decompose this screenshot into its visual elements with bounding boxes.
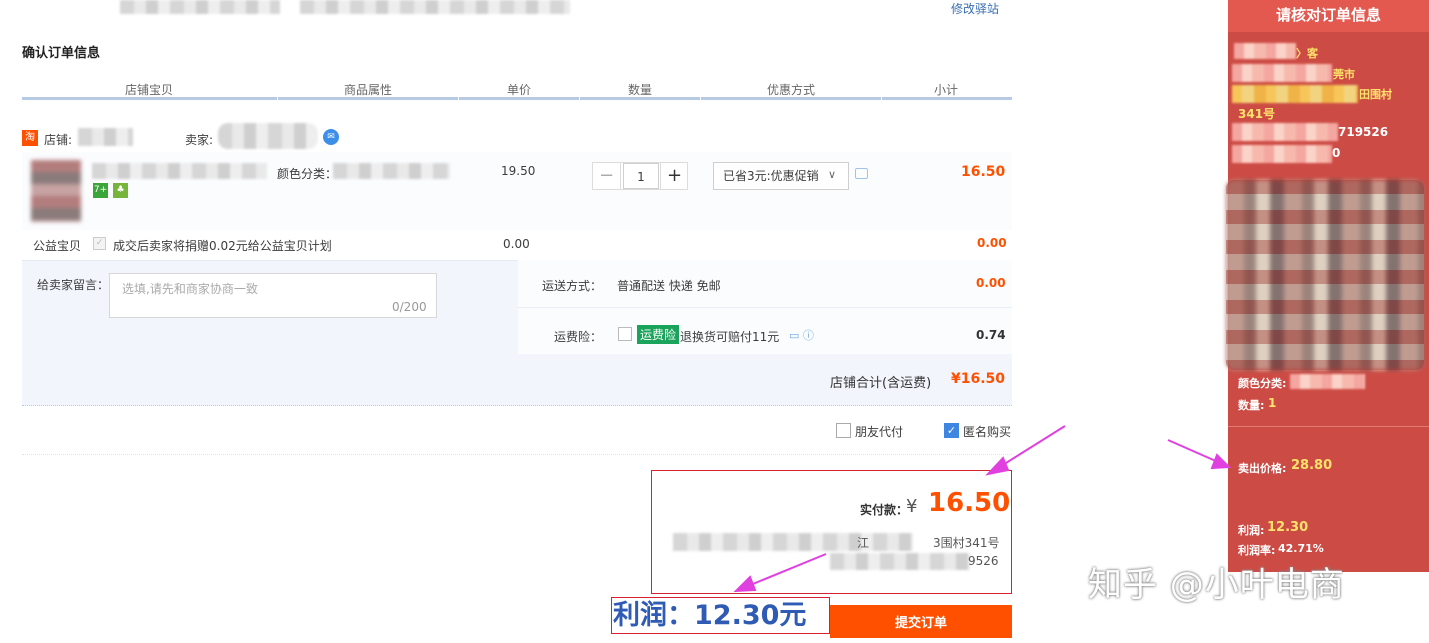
redacted-text	[120, 0, 280, 14]
redacted-text	[1232, 145, 1332, 163]
header-separator	[700, 96, 701, 100]
arrow-head	[1210, 453, 1232, 470]
comment-icon[interactable]	[855, 168, 868, 179]
shop-total-label: 店铺合计(含运费)	[830, 376, 932, 391]
friend-pay-checkbox[interactable]	[836, 423, 851, 438]
quantity-label: 数量:	[1238, 399, 1265, 412]
shipping-insurance-price: 0.74	[976, 328, 1006, 342]
unit-price: 19.50	[501, 164, 536, 178]
shipping-insurance-tag: 运费险	[637, 325, 680, 344]
charity-price: 0.00	[503, 237, 530, 251]
header-separator	[881, 96, 882, 100]
delivery-method-label: 运送方式：	[542, 279, 603, 293]
profit-value: 12.30	[1267, 520, 1309, 535]
header-separator	[277, 96, 278, 100]
shop-total-value: ¥16.50	[951, 371, 1006, 387]
memo-label: 给卖家留言：	[37, 278, 110, 292]
shipping-insurance-description: 退换货可赔付11元	[680, 330, 780, 344]
address-fragment: 莞市	[1333, 68, 1355, 81]
seven-day-return-badge-icon: 7+	[93, 183, 108, 198]
shop-label: 店铺:	[44, 133, 73, 147]
chevron-down-icon[interactable]: ∨	[828, 168, 836, 181]
color-category-label: 颜色分类:	[1238, 377, 1287, 390]
text-fragment: 0	[1332, 146, 1341, 160]
divider	[1228, 426, 1429, 427]
service-badge-icon: ♣	[113, 183, 128, 198]
quantity-decrease-button[interactable]: −	[593, 163, 621, 189]
quantity-value: 1	[1268, 396, 1277, 410]
redacted-text	[1232, 85, 1358, 103]
item-thumbnail[interactable]	[31, 160, 81, 222]
item-title-redacted[interactable]	[92, 163, 267, 179]
sell-price-value: 28.80	[1291, 458, 1333, 473]
seller-message-placeholder: 选填,请先和商家协商一致	[122, 282, 258, 296]
header-discount: 优惠方式	[767, 83, 816, 97]
character-counter: 0/200	[392, 300, 427, 314]
table-header: 店铺宝贝 商品属性 单价 数量 优惠方式 小计	[22, 78, 1012, 100]
delivery-method: 普通配送 快递 免邮	[617, 279, 721, 293]
divider	[518, 307, 1012, 308]
taobao-shop-icon: 淘	[22, 130, 38, 146]
delivery-fee: 0.00	[976, 276, 1006, 290]
shipping-insurance-label: 运费险：	[554, 330, 603, 344]
color-category-label: 颜色分类：	[277, 167, 338, 181]
watermark: 知乎 @小叶电商	[1088, 565, 1345, 605]
modify-station-link[interactable]: 修改驿站	[951, 0, 999, 17]
charity-checkbox: ✓	[93, 237, 106, 250]
phone-fragment: 9526	[968, 554, 999, 568]
charity-subtotal: 0.00	[977, 236, 1007, 250]
product-image-overlay	[1226, 180, 1424, 370]
quantity-increase-button[interactable]: +	[660, 163, 688, 189]
profit-annotation: 利润：12.30元	[611, 597, 830, 634]
chat-contact-icon[interactable]: ✉	[323, 129, 339, 145]
anonymous-purchase-label[interactable]: 匿名购买	[963, 423, 1011, 440]
profit-label: 利润:	[1238, 524, 1265, 537]
anonymous-purchase-checkbox[interactable]: ✓	[944, 423, 959, 438]
profit-rate-label: 利润率:	[1238, 544, 1276, 557]
quantity-input[interactable]: 1	[623, 163, 659, 189]
header-unit-price: 单价	[507, 83, 532, 97]
color-value-redacted	[333, 163, 450, 179]
header-item: 店铺宝贝	[125, 83, 174, 97]
help-icon[interactable]: ▭ ⓘ	[789, 327, 814, 343]
section-title: 确认订单信息	[22, 46, 101, 61]
profit-rate-value: 42.71%	[1278, 542, 1324, 555]
color-value-redacted	[1290, 374, 1365, 389]
arrow-to-sell-price	[1167, 439, 1219, 463]
divider	[22, 454, 1012, 455]
address-fragment: 3围村341号	[933, 536, 1000, 550]
phone-fragment: 719526	[1338, 125, 1389, 139]
redacted-text	[1232, 64, 1332, 82]
header-separator	[458, 96, 459, 100]
submit-order-button[interactable]: 提交订单	[830, 605, 1012, 638]
actual-payment-amount: 16.50	[928, 488, 1011, 518]
address-redacted	[673, 533, 913, 551]
header-separator	[579, 96, 580, 100]
actual-payment-label: 实付款：	[860, 503, 909, 517]
charity-description: 成交后卖家将捐赠0.02元给公益宝贝计划	[113, 239, 332, 253]
currency-symbol: ¥	[906, 496, 918, 517]
redacted-text	[300, 0, 570, 14]
panel-header: 请核对订单信息	[1228, 0, 1429, 32]
friend-pay-label[interactable]: 朋友代付	[855, 423, 903, 440]
charity-label: 公益宝贝	[33, 239, 82, 253]
redacted-text	[1232, 123, 1338, 141]
header-attributes: 商品属性	[344, 83, 393, 97]
address-fragment: 〉客	[1296, 47, 1318, 60]
header-subtotal: 小计	[934, 83, 959, 97]
address-fragment: 田围村	[1359, 88, 1392, 101]
shipping-insurance-checkbox[interactable]	[618, 327, 632, 341]
address-fragment: 341号	[1238, 107, 1276, 121]
seller-name-redacted	[218, 123, 318, 149]
sell-price-label: 卖出价格:	[1238, 462, 1287, 475]
item-subtotal: 16.50	[961, 164, 1006, 180]
address-fragment: 江	[857, 536, 870, 550]
phone-redacted	[830, 553, 970, 570]
seller-label: 卖家:	[185, 133, 214, 147]
shop-name-redacted	[78, 128, 133, 146]
redacted-text	[1234, 43, 1296, 59]
header-quantity: 数量	[628, 83, 653, 97]
